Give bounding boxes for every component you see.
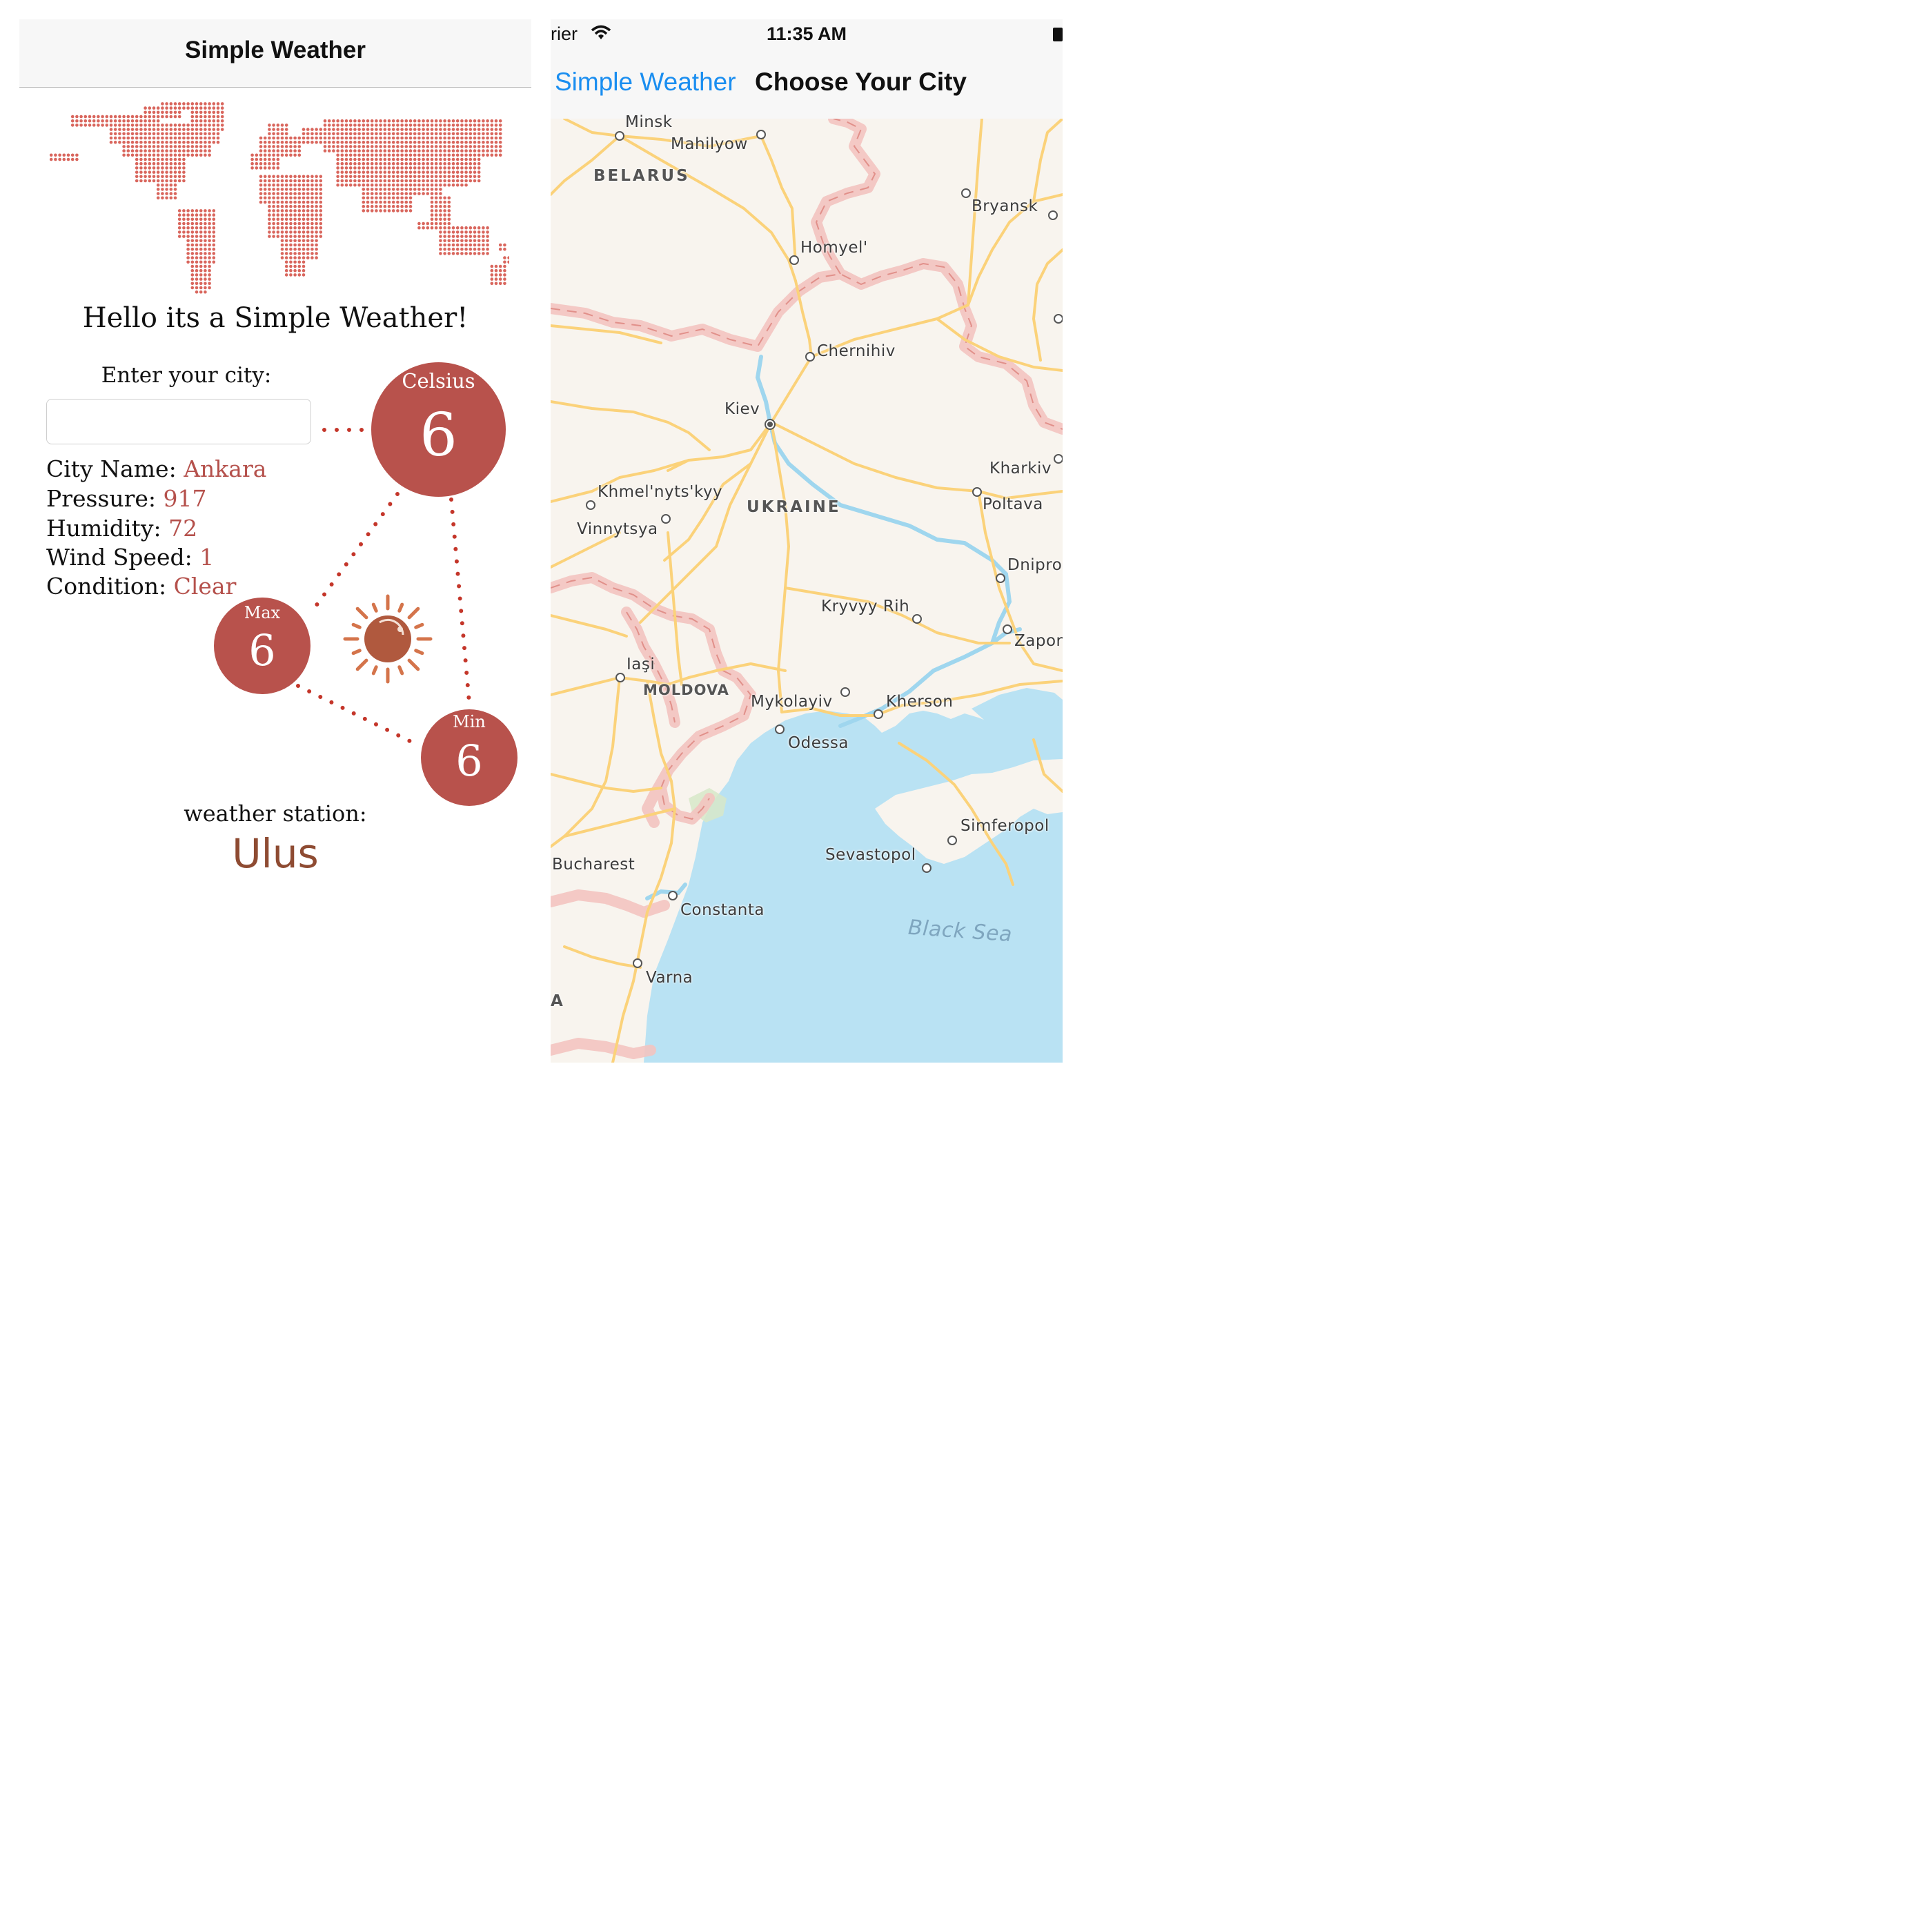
weather-screen: Simple Weather Hello its a Simple Weathe… (19, 19, 531, 1063)
map-country-ukraine: UKRAINE (747, 498, 841, 516)
station-label: weather station: (184, 800, 367, 827)
max-circle: Max 6 (214, 598, 310, 694)
min-circle: Min 6 (421, 709, 518, 806)
city-map[interactable]: Minsk Mahilyow BELARUS Bryansk Homyel' C… (551, 113, 1063, 1063)
map-city-vinnytsya[interactable]: Vinnytsya (577, 520, 658, 538)
status-time: 11:35 AM (766, 23, 847, 44)
map-city-kryvyy-rih[interactable]: Kryvyy Rih (821, 598, 909, 615)
map-city-mykolayiv[interactable]: Mykolayiv (751, 693, 833, 711)
map-city-constanta[interactable]: Constanta (680, 901, 765, 919)
map-city-dnipro[interactable]: Dnipro (1007, 556, 1062, 574)
map-city-simferopol[interactable]: Simferopol (960, 817, 1049, 835)
celsius-circle: Celsius 6 (371, 362, 506, 497)
celsius-caption: Celsius (402, 369, 475, 393)
nav-title: Choose Your City (755, 68, 967, 96)
station-value: Ulus (232, 830, 319, 877)
map-city-minsk[interactable]: Minsk (625, 113, 673, 131)
map-city-homyel[interactable]: Homyel' (800, 239, 868, 257)
min-value: 6 (455, 736, 483, 786)
max-caption: Max (244, 603, 281, 622)
map-country-belarus: BELARUS (593, 167, 690, 185)
map-city-odessa[interactable]: Odessa (788, 734, 849, 752)
battery-icon (1053, 28, 1063, 41)
min-caption: Min (453, 712, 486, 731)
map-city-bucharest[interactable]: Bucharest (552, 856, 635, 874)
map-country-moldova: MOLDOVA (643, 682, 729, 698)
map-city-kharkiv[interactable]: Kharkiv (989, 460, 1052, 477)
back-button[interactable]: Simple Weather (555, 68, 736, 97)
map-city-mahilyow[interactable]: Mahilyow (671, 135, 748, 153)
map-city-iasi[interactable]: Iaşi (627, 656, 655, 673)
map-city-zapor[interactable]: Zapor (1014, 632, 1063, 650)
map-city-kherson[interactable]: Kherson (886, 693, 953, 711)
status-bar: rier 11:35 AM (551, 19, 1063, 47)
map-city-bryansk[interactable]: Bryansk (972, 197, 1038, 215)
map-city-varna[interactable]: Varna (646, 969, 693, 987)
map-city-chernihiv[interactable]: Chernihiv (817, 342, 896, 360)
map-city-poltava[interactable]: Poltava (983, 495, 1043, 513)
nav-bar: Simple Weather Choose Your City (551, 58, 1063, 119)
map-country-partial: A (551, 992, 565, 1010)
map-city-khmelnytskyy[interactable]: Khmel'nyts'kyy (598, 483, 722, 501)
celsius-value: 6 (420, 401, 457, 470)
map-city-sevastopol[interactable]: Sevastopol (825, 846, 916, 864)
map-city-kiev[interactable]: Kiev (724, 400, 760, 418)
choose-city-screen: rier 11:35 AM Simple Weather Choose Your… (551, 19, 1063, 1063)
max-value: 6 (248, 625, 276, 676)
sun-icon (343, 594, 433, 684)
